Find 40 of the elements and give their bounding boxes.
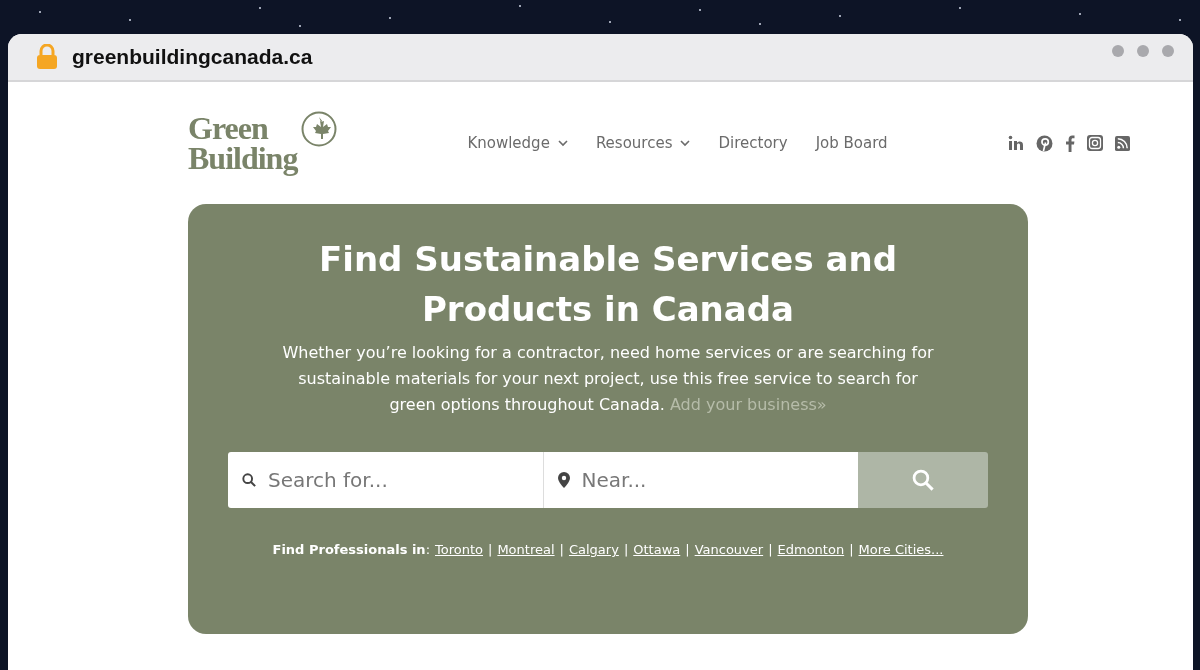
- separator-text: |: [849, 542, 854, 557]
- url-text[interactable]: greenbuildingcanada.ca: [72, 45, 313, 69]
- pinterest-icon[interactable]: [1035, 134, 1053, 152]
- lock-icon: [36, 44, 58, 70]
- separator-text: |: [623, 542, 629, 557]
- search-field[interactable]: Search for...: [228, 452, 543, 508]
- separator-text: |: [685, 542, 690, 557]
- search-icon: [242, 473, 256, 487]
- city-link[interactable]: Ottawa: [633, 542, 681, 557]
- separator-text: |: [768, 542, 773, 557]
- cities-label: Find Professionals in:: [272, 542, 430, 557]
- search-icon: [912, 469, 934, 491]
- separator-text: |: [488, 542, 493, 557]
- city-link[interactable]: Montreal: [497, 542, 555, 557]
- city-link[interactable]: Edmonton: [777, 542, 845, 557]
- city-link[interactable]: More Cities...: [858, 542, 944, 557]
- nav-link[interactable]: Job Board: [815, 134, 888, 152]
- window-dots-icon: [1111, 44, 1175, 58]
- city-link[interactable]: Toronto: [435, 542, 483, 557]
- search-input[interactable]: Search for...: [266, 467, 529, 493]
- location-field[interactable]: Near...: [542, 452, 858, 508]
- chevron-icon: [680, 139, 691, 147]
- instagram-icon[interactable]: [1086, 135, 1103, 151]
- hero-title: Find Sustainable Services and Products in Canada: [318, 238, 898, 331]
- location-input[interactable]: Near...: [579, 467, 844, 493]
- rss-icon[interactable]: [1114, 135, 1130, 151]
- chevron-icon: [557, 139, 568, 147]
- nav-link[interactable]: Resources: [595, 134, 691, 152]
- city-link[interactable]: Vancouver: [694, 542, 764, 557]
- location-pin-icon: [557, 472, 570, 488]
- logo-text[interactable]: Green: [188, 113, 298, 143]
- separator-text: |: [559, 542, 564, 557]
- hero-description: Whether you’re looking for a contractor, need home services or are searching for sustainable materials for your next project, use this free service to search for green options throughout Canada. Add your business»: [281, 342, 935, 416]
- city-link[interactable]: Calgary: [568, 542, 619, 557]
- nav-link[interactable]: Directory: [718, 134, 788, 152]
- maple-leaf-icon: [301, 111, 338, 147]
- add-business-link[interactable]: Add your business»: [669, 395, 827, 414]
- facebook-icon[interactable]: [1064, 134, 1075, 152]
- linkedin-icon[interactable]: [1007, 135, 1024, 151]
- nav-link[interactable]: Knowledge: [467, 134, 568, 152]
